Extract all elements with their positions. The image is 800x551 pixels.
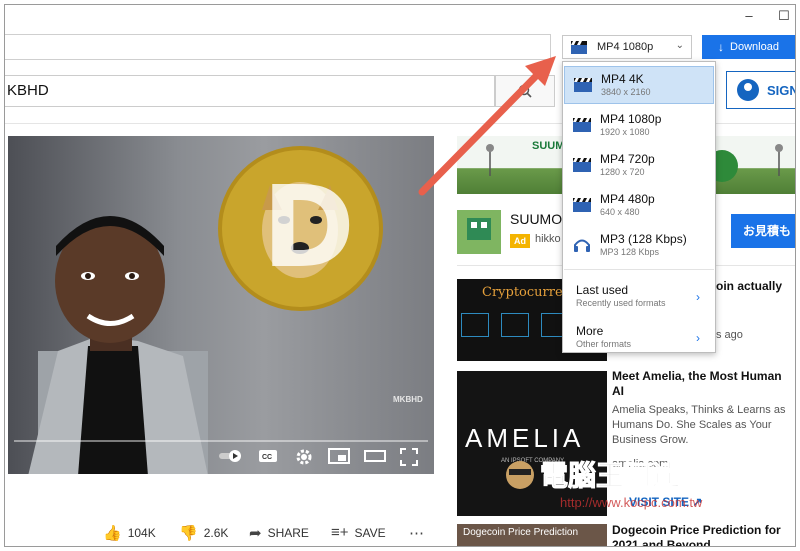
settings-gear-icon[interactable] [295, 448, 313, 466]
menu-item-title: MP4 4K [601, 72, 644, 86]
menu-item-title: MP3 (128 Kbps) [600, 232, 687, 246]
ad-source: hikko [535, 233, 561, 245]
theater-mode-icon[interactable] [364, 448, 386, 464]
menu-item-title: Last used [576, 283, 629, 297]
video-title[interactable]: oin actually [716, 279, 782, 294]
title-bar: – ☐ [5, 5, 795, 33]
video-progress-bar[interactable] [14, 440, 428, 442]
video-title-line2[interactable]: AI [612, 384, 624, 399]
menu-item-subtitle: Recently used formats [576, 298, 666, 308]
save-button[interactable]: ≡+ SAVE [331, 524, 386, 541]
download-arrow-icon: ↓ [718, 40, 725, 54]
chevron-down-icon: ⌄ [675, 40, 684, 51]
video-thumbnail-dogecoin[interactable]: Dogecoin Price Prediction [457, 524, 607, 546]
more-actions-button[interactable]: ⋯ [409, 524, 430, 542]
thumbnail-graphic [461, 313, 489, 337]
thumbnail-text: AMELIA [465, 423, 585, 453]
video-description: Amelia Speaks, Thinks & Learns as [612, 404, 786, 416]
video-meta: s ago [716, 329, 743, 341]
chevron-right-icon: › [696, 331, 700, 345]
menu-item-subtitle: 640 x 480 [600, 207, 640, 217]
youtube-search-button[interactable] [495, 75, 555, 107]
fullscreen-icon[interactable] [400, 448, 418, 466]
menu-item-subtitle: 1280 x 720 [600, 167, 645, 177]
thumbs-down-icon: 👎 [179, 525, 198, 542]
video-clapper-icon [573, 118, 591, 132]
menu-item-format[interactable]: MP4 1080p 1920 x 1080 [564, 107, 714, 145]
share-button[interactable]: ➦ SHARE [249, 524, 309, 542]
menu-item-subtitle: Other formats [576, 339, 632, 349]
dislike-count: 2.6K [203, 526, 229, 540]
user-avatar-icon [737, 79, 759, 101]
watermark-text: 電腦王阿達 [540, 459, 680, 492]
video-watermark: MKBHD [393, 395, 423, 404]
video-title-line2[interactable]: 2021 and Beyond [612, 538, 711, 546]
video-clapper-icon [573, 198, 591, 212]
menu-item-title: MP4 720p [600, 152, 655, 166]
video-description: Business Grow. [612, 434, 689, 446]
miniplayer-icon[interactable] [328, 448, 350, 464]
menu-item-format[interactable]: MP4 480p 640 x 480 [564, 187, 714, 225]
ad-badge: Ad [510, 234, 530, 248]
presenter-image [28, 216, 208, 474]
format-select-value: MP4 1080p [597, 41, 654, 53]
video-title[interactable]: Meet Amelia, the Most Human [612, 369, 782, 384]
url-input[interactable] [5, 34, 551, 60]
site-watermark: 電腦王阿達 http://www.kocpc.com.tw [502, 451, 752, 511]
menu-divider [564, 269, 714, 270]
share-arrow-icon: ➦ [249, 525, 262, 542]
menu-item-subtitle: MP3 128 Kbps [600, 247, 660, 257]
menu-item-subtitle: 1920 x 1080 [600, 127, 650, 137]
download-button-label: Download [730, 41, 779, 53]
signin-button[interactable]: SIGN [726, 71, 796, 109]
save-label: SAVE [354, 525, 386, 540]
dogecoin-logo: D [218, 146, 383, 311]
menu-item-title: MP4 1080p [600, 112, 662, 126]
video-clapper-icon [574, 78, 592, 92]
dislike-button[interactable]: 👎 2.6K [179, 524, 228, 542]
headphones-icon [574, 239, 590, 252]
ad-title[interactable]: SUUMO [510, 211, 562, 227]
video-description: Humans Do. She Scales as Your [612, 419, 772, 431]
dogecoin-d-glyph: D [262, 163, 355, 293]
share-label: SHARE [267, 526, 309, 540]
svg-text:CC: CC [262, 454, 272, 461]
video-clapper-icon [571, 40, 587, 54]
minimize-button[interactable]: – [739, 7, 759, 25]
captions-icon[interactable]: CC [258, 448, 278, 464]
menu-item-format[interactable]: MP3 (128 Kbps) MP3 128 Kbps [564, 227, 714, 265]
video-clapper-icon [573, 158, 591, 172]
search-icon [518, 84, 532, 98]
download-button[interactable]: ↓ Download [702, 35, 795, 59]
format-dropdown-menu: Last used Recently used formats › More O… [562, 61, 716, 353]
menu-item-last-used[interactable]: Last used Recently used formats › [564, 278, 714, 314]
thumbnail-text: Dogecoin Price Prediction [463, 527, 579, 538]
menu-item-format[interactable]: MP4 4K 3840 x 2160 [564, 66, 714, 104]
like-count: 104K [127, 526, 156, 540]
like-button[interactable]: 👍 104K [103, 524, 156, 542]
menu-item-more[interactable]: More Other formats › [564, 319, 714, 355]
app-window: – ☐ MP4 1080p ⌄ ↓ Download KBHD SIGN D M… [4, 4, 796, 547]
more-horizontal-icon: ⋯ [409, 525, 424, 542]
autoplay-toggle-icon[interactable] [218, 448, 244, 464]
signin-label: SIGN [767, 82, 796, 98]
format-select[interactable]: MP4 1080p ⌄ [562, 35, 692, 59]
ad-thumbnail[interactable] [457, 210, 501, 254]
thumbs-up-icon: 👍 [103, 525, 122, 542]
youtube-search-input[interactable]: KBHD [5, 75, 495, 107]
thumbnail-graphic [501, 313, 529, 337]
watermark-url: http://www.kocpc.com.tw [560, 495, 703, 510]
video-title[interactable]: Dogecoin Price Prediction for [612, 523, 781, 538]
ad-cta-button[interactable]: お見積も [731, 214, 795, 248]
playlist-add-icon: ≡+ [331, 524, 349, 541]
maximize-button[interactable]: ☐ [774, 7, 794, 25]
menu-item-format[interactable]: MP4 720p 1280 x 720 [564, 147, 714, 185]
menu-item-subtitle: 3840 x 2160 [601, 87, 651, 97]
menu-item-title: More [576, 324, 604, 338]
video-player[interactable]: D MKBHD CC [8, 136, 434, 474]
menu-item-title: MP4 480p [600, 192, 655, 206]
chevron-right-icon: › [696, 290, 700, 304]
